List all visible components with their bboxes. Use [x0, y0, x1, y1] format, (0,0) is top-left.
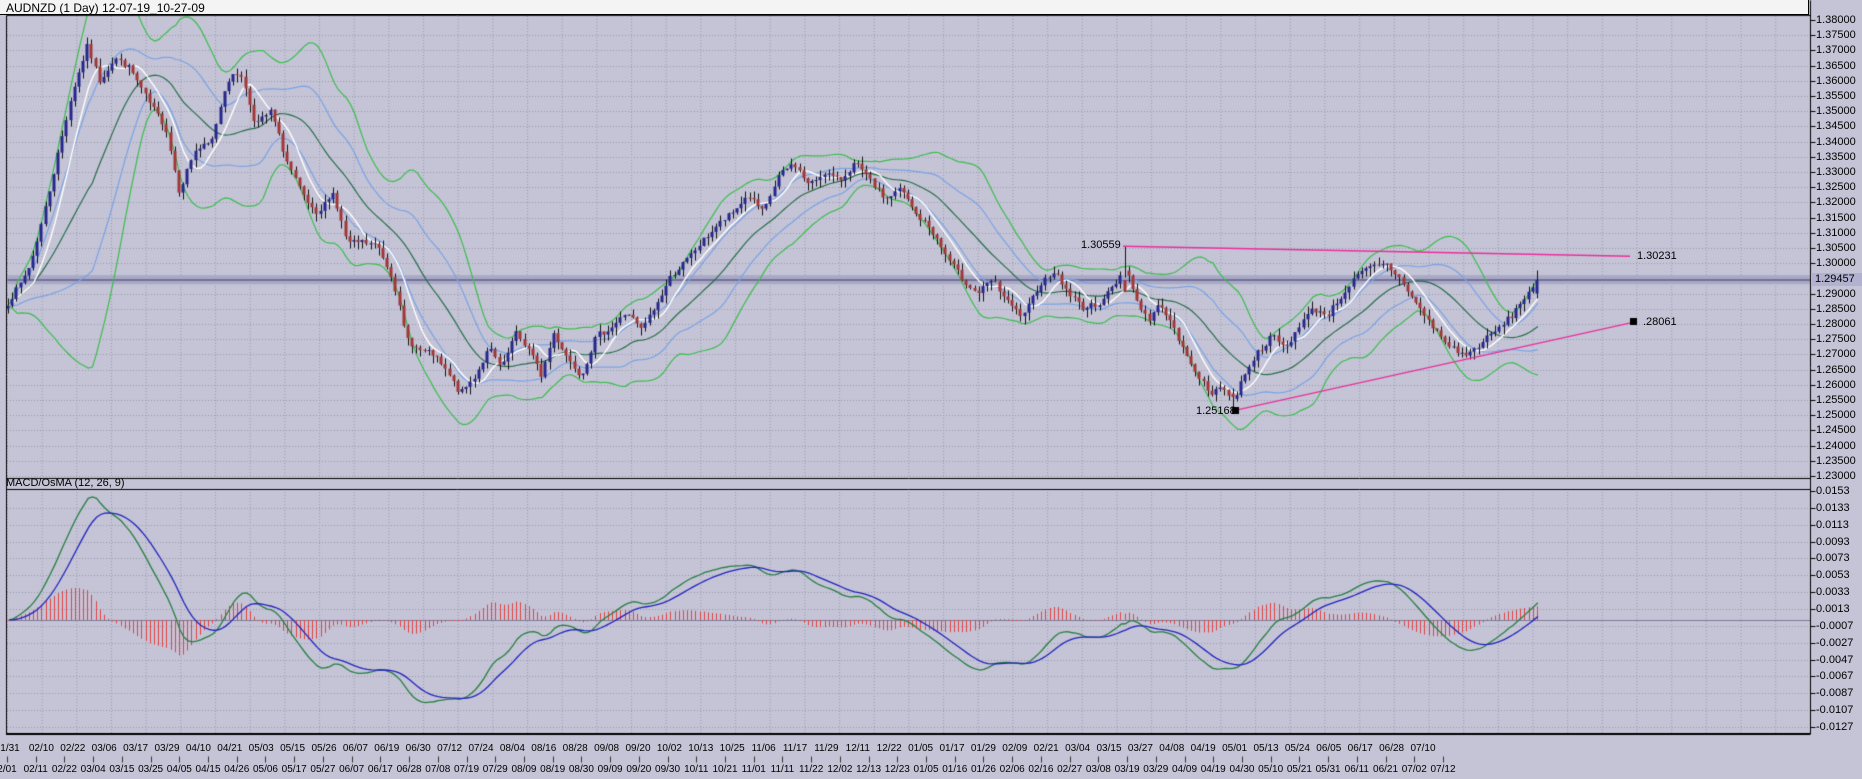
- macd-indicator-label: MACD/OsMA (12, 26, 9): [6, 477, 125, 489]
- chart-title-bar[interactable]: AUDNZD (1 Day) 12-07-19_10-27-09: [0, 0, 1809, 15]
- trendline-resistance-start-label[interactable]: 1.30559: [1081, 239, 1121, 251]
- chart-title: AUDNZD (1 Day) 12-07-19_10-27-09: [6, 1, 205, 15]
- current-price-axis-label: 1.29457: [1811, 273, 1862, 286]
- trendline-resistance-end-label[interactable]: 1.30231: [1637, 250, 1677, 262]
- trendline-support-end-label[interactable]: .28061: [1643, 316, 1677, 328]
- trendline-support-start-label[interactable]: 1.25168: [1196, 405, 1236, 417]
- chart-window: AUDNZD (1 Day) 12-07-19_10-27-09 MACD/Os…: [0, 0, 1862, 779]
- price-chart-canvas[interactable]: [0, 0, 1862, 779]
